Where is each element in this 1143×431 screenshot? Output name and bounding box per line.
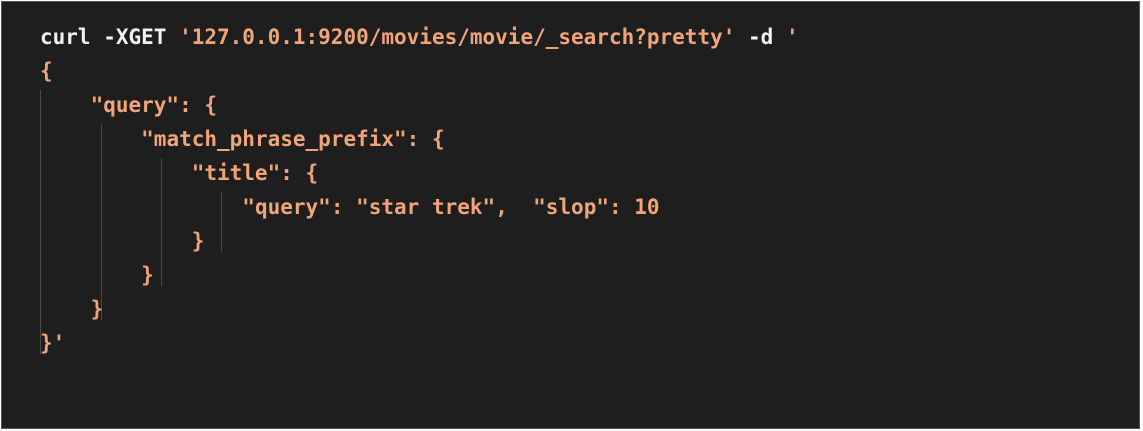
code-line-7: }	[40, 224, 205, 258]
request-url: '127.0.0.1:9200/movies/movie/_search?pre…	[179, 25, 736, 49]
json-key-title: "title"	[191, 161, 281, 185]
code-line-8: }	[40, 258, 154, 292]
code-line-4: "match_phrase_prefix": {	[40, 122, 445, 156]
code-line-10: }'	[40, 326, 65, 360]
code-line-5: "title": {	[40, 156, 318, 190]
data-flag: -d	[735, 25, 786, 49]
json-key-query: "query"	[90, 93, 180, 117]
colon: :	[608, 195, 635, 219]
colon: :	[330, 195, 357, 219]
json-key-slop: "slop"	[533, 195, 609, 219]
close-brace-quote: }'	[40, 331, 66, 355]
colon-open-brace: : {	[406, 127, 445, 151]
json-key-query-inner: "query"	[242, 195, 331, 219]
colon-open-brace: : {	[179, 93, 218, 117]
open-quote: '	[785, 25, 799, 49]
close-brace: }	[141, 263, 154, 287]
code-line-2: {	[40, 54, 53, 88]
comma: ,	[495, 195, 534, 219]
close-brace: }	[191, 229, 205, 253]
json-value-star-trek: "star trek"	[356, 195, 496, 219]
json-value-slop: 10	[634, 195, 660, 219]
close-brace: }	[90, 297, 104, 321]
colon-open-brace: : {	[280, 161, 319, 185]
code-editor-panel: curl -XGET '127.0.0.1:9200/movies/movie/…	[1, 1, 1140, 429]
curl-command: curl -XGET	[40, 25, 180, 49]
code-line-9: }	[40, 292, 104, 326]
code-line-3: "query": {	[40, 88, 217, 122]
code-line-1: curl -XGET '127.0.0.1:9200/movies/movie/…	[40, 20, 799, 54]
code-block: curl -XGET '127.0.0.1:9200/movies/movie/…	[2, 2, 1139, 428]
json-key-match-phrase-prefix: "match_phrase_prefix"	[141, 127, 407, 151]
open-brace: {	[40, 59, 53, 83]
code-line-6: "query": "star trek", "slop": 10	[40, 190, 660, 224]
